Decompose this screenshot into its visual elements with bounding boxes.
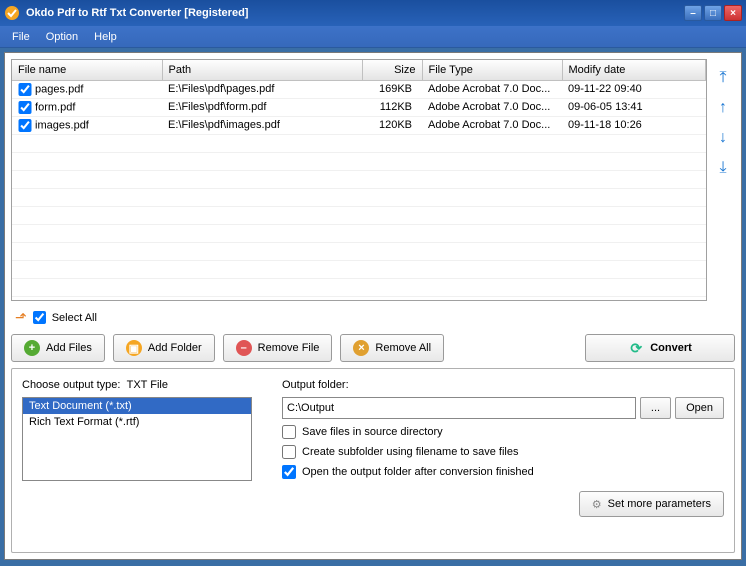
remove-file-button[interactable]: –Remove File [223,334,333,362]
type-option[interactable]: Text Document (*.txt) [23,398,251,414]
output-folder-input[interactable] [282,397,636,419]
convert-button[interactable]: ⟳Convert [585,334,735,362]
minus-icon: – [236,340,252,356]
table-row[interactable]: images.pdfE:\Files\pdf\images.pdf120KBAd… [12,116,706,134]
output-type-list[interactable]: Text Document (*.txt)Rich Text Format (*… [22,397,252,481]
folder-icon: ▣ [126,340,142,356]
col-path[interactable]: Path [162,60,362,80]
add-files-button[interactable]: +Add Files [11,334,105,362]
window-title: Okdo Pdf to Rtf Txt Converter [Registere… [26,7,684,19]
row-checkbox[interactable] [18,101,32,114]
convert-icon: ⟳ [628,340,644,356]
add-folder-button[interactable]: ▣Add Folder [113,334,215,362]
clear-icon: × [353,340,369,356]
up-folder-icon[interactable]: ⬏ [15,309,27,326]
title-bar: Okdo Pdf to Rtf Txt Converter [Registere… [0,0,746,26]
open-button[interactable]: Open [675,397,724,419]
save-source-checkbox[interactable] [282,425,296,439]
menu-file[interactable]: File [4,29,38,45]
type-option[interactable]: Rich Text Format (*.rtf) [23,414,251,430]
app-icon [4,5,20,21]
row-checkbox[interactable] [18,119,32,132]
reorder-controls: ⤒ ↑ ↓ ⤓ [711,59,735,301]
move-bottom-button[interactable]: ⤓ [713,159,733,179]
menu-option[interactable]: Option [38,29,86,45]
row-checkbox[interactable] [18,83,32,96]
subfolder-checkbox[interactable] [282,445,296,459]
plus-icon: + [24,340,40,356]
browse-button[interactable]: ... [640,397,671,419]
move-up-button[interactable]: ↑ [713,99,733,119]
menu-bar: File Option Help [0,26,746,48]
file-table[interactable]: File name Path Size File Type Modify dat… [11,59,707,301]
open-after-checkbox[interactable] [282,465,296,479]
output-folder-label: Output folder: [282,379,724,391]
move-top-button[interactable]: ⤒ [713,69,733,89]
close-button[interactable]: × [724,5,742,21]
minimize-button[interactable]: – [684,5,702,21]
action-buttons: +Add Files ▣Add Folder –Remove File ×Rem… [11,334,735,362]
col-size[interactable]: Size [362,60,422,80]
move-down-button[interactable]: ↓ [713,129,733,149]
col-modifydate[interactable]: Modify date [562,60,706,80]
select-all-label[interactable]: Select All [52,312,97,324]
select-all-row: ⬏ Select All [11,307,735,328]
subfolder-label: Create subfolder using filename to save … [302,446,518,458]
open-after-label: Open the output folder after conversion … [302,466,534,478]
menu-help[interactable]: Help [86,29,125,45]
remove-all-button[interactable]: ×Remove All [340,334,444,362]
content-area: File name Path Size File Type Modify dat… [4,52,742,560]
table-row[interactable]: form.pdfE:\Files\pdf\form.pdf112KBAdobe … [12,98,706,116]
choose-type-label: Choose output type: TXT File [22,379,252,391]
select-all-checkbox[interactable] [33,311,46,324]
output-panel: Choose output type: TXT File Text Docume… [11,368,735,553]
save-source-label: Save files in source directory [302,426,443,438]
maximize-button[interactable]: □ [704,5,722,21]
gear-icon: ⚙ [592,498,602,511]
table-row[interactable]: pages.pdfE:\Files\pdf\pages.pdf169KBAdob… [12,80,706,98]
col-filetype[interactable]: File Type [422,60,562,80]
more-parameters-button[interactable]: ⚙Set more parameters [579,491,724,517]
col-filename[interactable]: File name [12,60,162,80]
